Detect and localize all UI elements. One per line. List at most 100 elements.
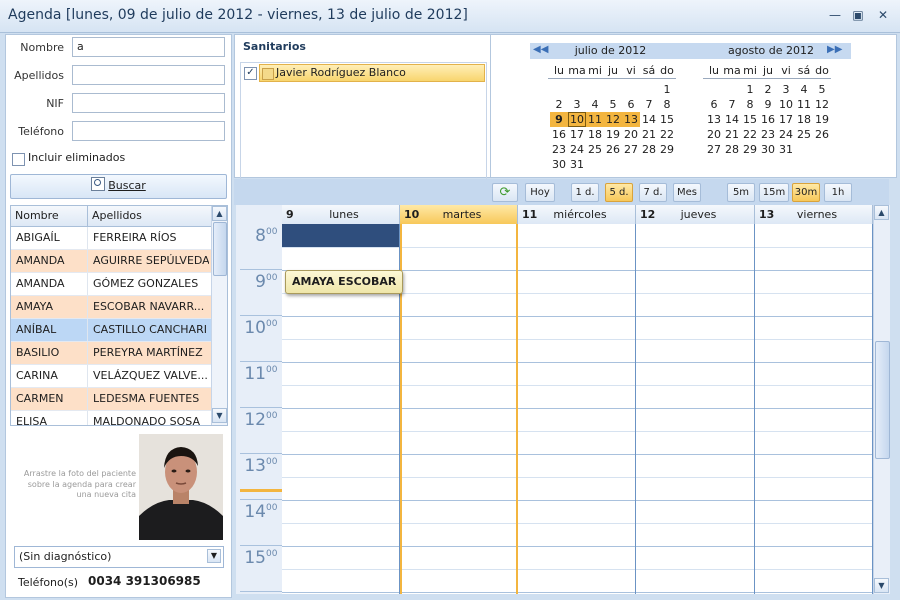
calendar-day[interactable]: 19 [813, 112, 831, 127]
table-row[interactable]: AMANDA GÓMEZ GONZALES [11, 273, 211, 296]
calendar-day[interactable]: 3 [777, 82, 795, 97]
minimize-button[interactable]: — [828, 8, 842, 22]
day-column[interactable] [400, 224, 518, 594]
calendar-day[interactable]: 26 [813, 127, 831, 142]
calendar-day[interactable]: 24 [568, 142, 586, 157]
calendar-day[interactable]: 1 [741, 82, 759, 97]
scroll-up-icon[interactable]: ▲ [874, 205, 889, 220]
calendar-day[interactable]: 8 [658, 97, 676, 112]
interval-15m-button[interactable]: 15m [759, 183, 789, 202]
interval-30m-button[interactable]: 30m [792, 183, 820, 202]
view-5-days-button[interactable]: 5 d. [605, 183, 633, 202]
restore-button[interactable]: ▣ [851, 8, 865, 22]
calendar-day[interactable]: 22 [658, 127, 676, 142]
calendar-day[interactable]: 21 [723, 127, 741, 142]
calendar-day[interactable]: 25 [795, 127, 813, 142]
busy-slot[interactable] [282, 224, 399, 247]
table-row[interactable]: BASILIO PEREYRA MARTÍNEZ [11, 342, 211, 365]
chevron-down-icon[interactable]: ▼ [207, 549, 221, 563]
refresh-icon[interactable]: ⟳ [492, 183, 518, 202]
calendar-day[interactable]: 29 [741, 142, 759, 157]
calendar-day[interactable]: 6 [622, 97, 640, 112]
sanitario-checkbox[interactable]: ✓ [244, 67, 257, 80]
calendar-day[interactable]: 31 [568, 157, 586, 172]
calendar-day[interactable]: 18 [795, 112, 813, 127]
agenda-scrollbar[interactable]: ▲ ▼ [873, 205, 890, 594]
calendar-day[interactable]: 4 [795, 82, 813, 97]
calendar-day[interactable]: 5 [813, 82, 831, 97]
next-month-icon[interactable]: ▶▶ [827, 44, 842, 55]
calendar-day[interactable]: 11 [586, 112, 604, 127]
diagnosis-select[interactable]: (Sin diagnóstico) ▼ [14, 546, 224, 568]
nif-input[interactable] [72, 93, 225, 113]
calendar-day[interactable]: 27 [622, 142, 640, 157]
view-1-day-button[interactable]: 1 d. [571, 183, 599, 202]
calendar-day[interactable]: 16 [759, 112, 777, 127]
calendar-day[interactable]: 24 [777, 127, 795, 142]
calendar-day[interactable]: 20 [622, 127, 640, 142]
calendar-day[interactable]: 23 [550, 142, 568, 157]
sanitario-item[interactable]: Javier Rodríguez Blanco [259, 64, 485, 82]
calendar-day[interactable]: 18 [586, 127, 604, 142]
nombre-input[interactable]: a [72, 37, 225, 57]
calendar-day[interactable]: 10 [777, 97, 795, 112]
calendar-day[interactable]: 9 [550, 112, 568, 127]
scroll-thumb[interactable] [213, 222, 227, 276]
table-row[interactable]: ANÍBAL CASTILLO CANCHARI [11, 319, 211, 342]
calendar-day[interactable]: 12 [604, 112, 622, 127]
calendar-day[interactable]: 26 [604, 142, 622, 157]
calendar-day[interactable]: 1 [658, 82, 676, 97]
scroll-thumb[interactable] [875, 341, 890, 459]
view-7-days-button[interactable]: 7 d. [639, 183, 667, 202]
calendar-day[interactable]: 22 [741, 127, 759, 142]
close-button[interactable]: ✕ [876, 8, 890, 22]
calendar-day[interactable]: 31 [777, 142, 795, 157]
calendar-day[interactable]: 17 [568, 127, 586, 142]
interval-1h-button[interactable]: 1h [824, 183, 852, 202]
table-row[interactable]: AMANDA AGUIRRE SEPÚLVEDA [11, 250, 211, 273]
calendar-day[interactable]: 15 [658, 112, 676, 127]
calendar-day[interactable]: 29 [658, 142, 676, 157]
day-header[interactable]: viernes 13 [755, 205, 873, 224]
scroll-up-icon[interactable]: ▲ [212, 206, 227, 221]
prev-month-icon[interactable]: ◀◀ [533, 44, 548, 55]
search-button[interactable]: Buscar [10, 174, 227, 199]
column-header-apellidos[interactable]: Apellidos [92, 206, 142, 226]
calendar-day[interactable]: 14 [723, 112, 741, 127]
calendar-day[interactable]: 2 [550, 97, 568, 112]
today-button[interactable]: Hoy [525, 183, 555, 202]
patient-photo[interactable] [139, 434, 223, 540]
day-header[interactable]: jueves 12 [636, 205, 755, 224]
calendar-day[interactable]: 30 [550, 157, 568, 172]
interval-5m-button[interactable]: 5m [727, 183, 755, 202]
calendar-day[interactable]: 17 [777, 112, 795, 127]
calendar-day[interactable]: 15 [741, 112, 759, 127]
calendar-day[interactable]: 4 [586, 97, 604, 112]
calendar-day[interactable]: 21 [640, 127, 658, 142]
calendar-day[interactable]: 27 [705, 142, 723, 157]
column-header-nombre[interactable]: Nombre [15, 206, 59, 226]
calendar-day[interactable]: 2 [759, 82, 777, 97]
calendar-day[interactable]: 12 [813, 97, 831, 112]
day-header[interactable]: martes 10 [400, 205, 518, 224]
calendar-day[interactable]: 8 [741, 97, 759, 112]
calendar-day[interactable]: 20 [705, 127, 723, 142]
table-row[interactable]: AMAYA ESCOBAR NAVARR... [11, 296, 211, 319]
day-column[interactable] [636, 224, 755, 594]
calendar-day[interactable]: 7 [723, 97, 741, 112]
calendar-day[interactable]: 19 [604, 127, 622, 142]
table-scrollbar[interactable]: ▲ ▼ [211, 206, 227, 425]
scroll-down-icon[interactable]: ▼ [874, 578, 889, 593]
table-row[interactable]: CARINA VELÁZQUEZ VALVE... [11, 365, 211, 388]
day-column[interactable] [518, 224, 636, 594]
telefono-input[interactable] [72, 121, 225, 141]
calendar-day[interactable]: 10 [568, 112, 586, 127]
scroll-down-icon[interactable]: ▼ [212, 408, 227, 423]
calendar-day[interactable]: 23 [759, 127, 777, 142]
calendar-day[interactable]: 30 [759, 142, 777, 157]
calendar-day[interactable]: 28 [723, 142, 741, 157]
day-header[interactable]: miércoles 11 [518, 205, 636, 224]
calendar-day[interactable]: 14 [640, 112, 658, 127]
calendar-day[interactable]: 5 [604, 97, 622, 112]
calendar-day[interactable]: 6 [705, 97, 723, 112]
